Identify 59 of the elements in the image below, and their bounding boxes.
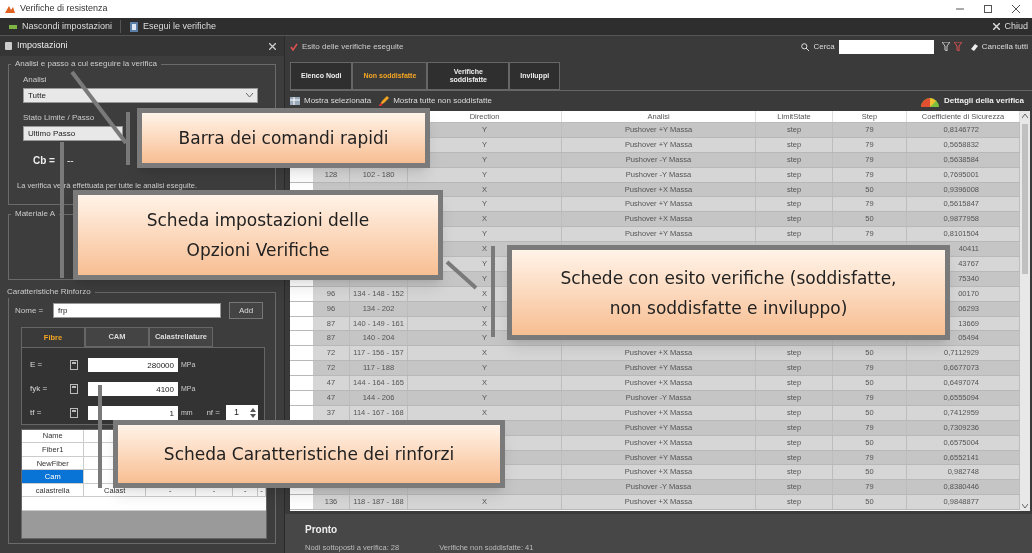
eraser-icon (969, 43, 978, 51)
details-button[interactable]: Dettagli della verifica (919, 94, 1024, 107)
field-label: Cb = (33, 154, 55, 168)
spinner-arrows-icon (250, 407, 256, 419)
field-label: fyk = (30, 383, 49, 395)
leader-line (445, 260, 478, 290)
row-header (290, 376, 313, 390)
toolbar-button[interactable]: Nascondi impostazioni (4, 19, 117, 34)
close-icon (1012, 5, 1020, 13)
panel-title: Esito delle verifiche eseguite (302, 41, 404, 53)
field-label: Nome = (15, 304, 45, 317)
gear-icon (4, 41, 13, 51)
callout-text: Scheda Caratteristiche dei rinforzi (163, 443, 455, 466)
field-label: nf = (206, 407, 220, 419)
scroll-up-icon (1022, 113, 1028, 118)
number-field[interactable]: 1 (88, 406, 178, 420)
number-field[interactable]: 280000 (88, 358, 178, 372)
pencil-icon (379, 95, 390, 106)
group-title: Analisi e passo a cui eseguire la verifica (14, 58, 158, 70)
close-icon (269, 42, 276, 50)
check-icon (290, 43, 298, 51)
maximize-icon (984, 5, 992, 13)
chevron-down-icon (246, 93, 253, 98)
close-icon (993, 23, 1001, 30)
field-label: Stato Limite / Passo (23, 112, 96, 124)
toolbar-button[interactable]: Mostra tutte non soddisfatte (379, 94, 492, 107)
panel-title: Impostazioni (17, 39, 68, 53)
dropdown[interactable]: Tutte (23, 88, 258, 103)
field-label: E = (30, 359, 44, 371)
row-header (290, 361, 313, 376)
window-title: Verifiche di resistenza (20, 2, 108, 16)
toolbar-button[interactable]: Mostra selezionata (290, 94, 372, 107)
clear-all-button[interactable]: Cancella tutti (969, 41, 1028, 53)
group-title: Caratteristiche Rinforzo (6, 286, 92, 298)
status-text: Pronto (305, 522, 339, 537)
field-label: tf = (30, 407, 43, 419)
row-header (290, 331, 313, 346)
group-title: Materiale A (14, 208, 57, 220)
app-logo-icon (4, 4, 16, 14)
document-icon (129, 21, 140, 32)
callout-text: Scheda impostazioni delle Opzioni Verifiche (146, 209, 370, 262)
row-header (290, 346, 313, 361)
callout-text: Schede con esito verifiche (soddisfatte, non soddisfatte e inviluppo) (560, 266, 897, 320)
name-field[interactable]: frp (53, 303, 221, 318)
toolbar-button[interactable]: Esegui le verifiche (120, 19, 221, 34)
field-label: Analisi (23, 74, 48, 86)
close-button[interactable] (269, 42, 276, 50)
number-field[interactable]: 4100 (88, 382, 178, 396)
field-label: Cerca (813, 41, 835, 53)
dropdown[interactable]: Ultimo Passo (23, 126, 123, 141)
table-icon (290, 95, 300, 106)
search-field[interactable] (838, 40, 934, 54)
close-button[interactable]: Chiud (993, 19, 1028, 34)
field-value: -- (66, 154, 74, 168)
minimize-icon (956, 5, 964, 13)
scroll-down-icon (1022, 503, 1028, 508)
callout-text: Barra dei comandi rapidi (178, 127, 389, 150)
search-icon (801, 43, 810, 51)
add-button[interactable]: Add (229, 302, 263, 319)
